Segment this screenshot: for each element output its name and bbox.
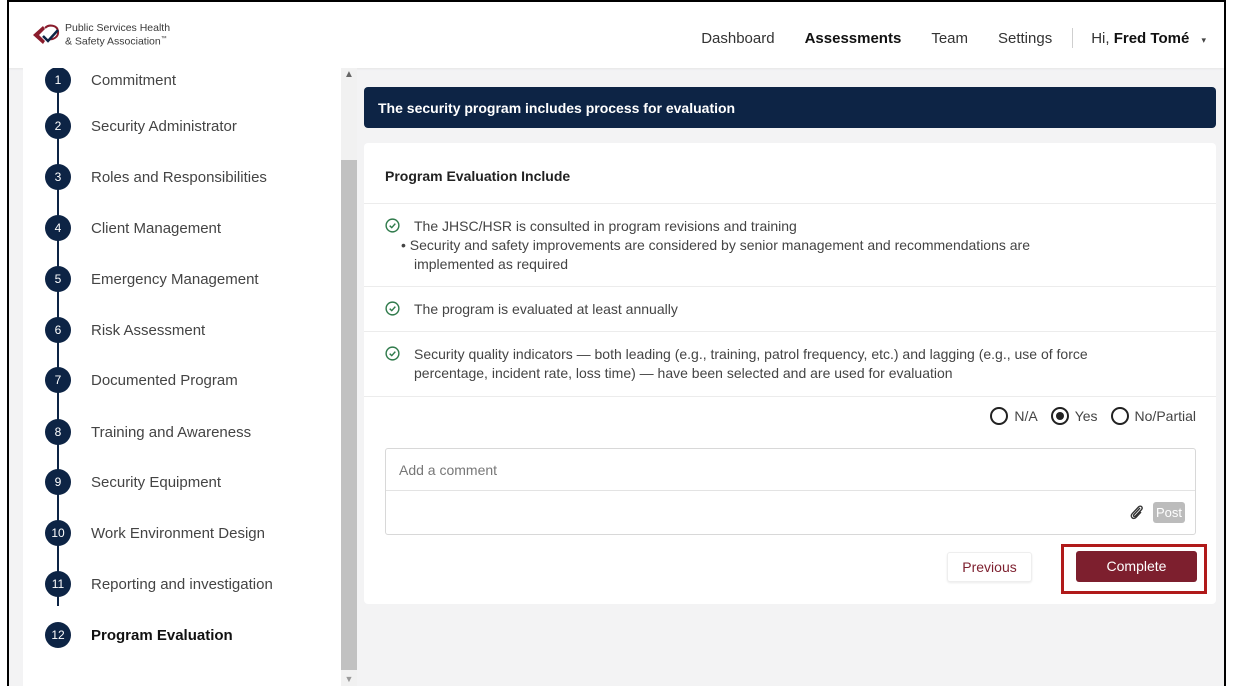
- paperclip-icon[interactable]: [1129, 504, 1145, 526]
- section-header: The security program includes process fo…: [364, 87, 1216, 128]
- step-item-current[interactable]: 12 Program Evaluation: [23, 615, 343, 655]
- step-number: 7: [45, 367, 71, 393]
- previous-button[interactable]: Previous: [947, 552, 1032, 582]
- radio-circle-icon: [990, 407, 1009, 425]
- question-card: Program Evaluation Include The JHSC/HSR …: [364, 143, 1216, 604]
- step-item[interactable]: 6 Risk Assessment: [23, 310, 343, 350]
- radio-yes[interactable]: Yes: [1050, 407, 1098, 425]
- check-circle-icon: [385, 346, 400, 361]
- step-number: 10: [45, 520, 71, 546]
- step-number: 2: [45, 113, 71, 139]
- criteria-bullet: • Security and safety improvements are c…: [401, 237, 1031, 253]
- main-nav: Dashboard Assessments Team Settings Hi, …: [671, 28, 1206, 48]
- radio-circle-icon: [1110, 407, 1129, 425]
- step-item[interactable]: 5 Emergency Management: [23, 259, 343, 299]
- radio-label: No/Partial: [1134, 408, 1196, 424]
- criteria-text: Security quality indicators — both leadi…: [414, 346, 1088, 362]
- step-number: 3: [45, 164, 71, 190]
- divider: [364, 286, 1216, 287]
- step-label: Client Management: [91, 219, 222, 237]
- step-number: 11: [45, 571, 71, 597]
- user-name: Fred Tomé: [1113, 29, 1190, 47]
- step-label: Work Environment Design: [91, 524, 265, 542]
- step-label: Risk Assessment: [91, 321, 206, 339]
- nav-team[interactable]: Team: [931, 30, 968, 47]
- criteria-bullet-cont: implemented as required: [414, 256, 569, 272]
- psha-logo-icon: [33, 24, 60, 44]
- step-number: 1: [45, 68, 71, 93]
- app-window: Public Services Health & Safety Associat…: [7, 0, 1226, 686]
- step-label: Security Equipment: [91, 473, 222, 491]
- step-item[interactable]: 7 Documented Program: [23, 360, 343, 400]
- scroll-up-arrow-icon[interactable]: ▲: [341, 68, 357, 82]
- nav-dashboard[interactable]: Dashboard: [701, 30, 774, 47]
- radio-label: Yes: [1074, 408, 1098, 424]
- complete-button-highlight: [1061, 544, 1207, 594]
- step-item[interactable]: 10 Work Environment Design: [23, 513, 343, 553]
- step-label: Reporting and investigation: [91, 575, 273, 593]
- criteria-text: The program is evaluated at least annual…: [414, 301, 678, 317]
- step-number: 5: [45, 266, 71, 292]
- paperclip-svg: [1130, 505, 1143, 520]
- step-number: 12: [45, 622, 71, 648]
- check-circle-icon: [385, 301, 400, 316]
- nav-divider: [1072, 28, 1074, 48]
- user-greeting: Hi,: [1091, 29, 1110, 47]
- divider: [364, 396, 1216, 397]
- user-menu[interactable]: Hi, Fred Tomé ▾: [1091, 30, 1206, 47]
- step-label: Roles and Responsibilities: [91, 168, 267, 186]
- divider: [364, 203, 1216, 204]
- comment-divider: [386, 490, 1195, 491]
- chevron-down-icon: ▾: [1201, 34, 1206, 45]
- logo-trademark: ™: [160, 35, 167, 42]
- comment-box[interactable]: Add a comment Post: [385, 448, 1196, 535]
- scroll-down-arrow-icon[interactable]: ▼: [341, 672, 357, 686]
- card-title: Program Evaluation Include: [385, 168, 571, 184]
- step-label: Emergency Management: [91, 270, 259, 288]
- step-item[interactable]: 2 Security Administrator: [23, 106, 343, 146]
- comment-input[interactable]: Add a comment: [399, 462, 497, 478]
- step-item[interactable]: 3 Roles and Responsibilities: [23, 157, 343, 197]
- radio-no-partial[interactable]: No/Partial: [1110, 407, 1196, 425]
- check-circle-icon: [385, 218, 400, 233]
- step-label: Security Administrator: [91, 117, 237, 135]
- step-item[interactable]: 4 Client Management: [23, 208, 343, 248]
- step-label: Commitment: [91, 71, 177, 89]
- top-navbar: Public Services Health & Safety Associat…: [9, 0, 1224, 68]
- step-item[interactable]: 1 Commitment: [23, 68, 343, 100]
- sidebar-scrollbar-thumb[interactable]: [341, 160, 357, 670]
- step-item[interactable]: 9 Security Equipment: [23, 462, 343, 502]
- steps-sidebar: 1 Commitment 2 Security Administrator 3 …: [23, 68, 357, 686]
- radio-na[interactable]: N/A: [990, 407, 1038, 425]
- step-number: 4: [45, 215, 71, 241]
- step-label: Training and Awareness: [91, 423, 252, 441]
- step-number: 6: [45, 317, 71, 343]
- nav-assessments[interactable]: Assessments: [805, 30, 902, 47]
- answer-radio-group: N/A Yes No/Partial: [977, 407, 1196, 425]
- divider: [364, 331, 1216, 332]
- step-item[interactable]: 8 Training and Awareness: [23, 412, 343, 452]
- step-item[interactable]: 11 Reporting and investigation: [23, 564, 343, 604]
- logo-text: Public Services Health & Safety Associat…: [65, 21, 171, 48]
- psha-logo[interactable]: Public Services Health & Safety Associat…: [31, 22, 170, 48]
- nav-settings[interactable]: Settings: [998, 30, 1052, 47]
- radio-selected-icon: [1050, 407, 1069, 425]
- post-button[interactable]: Post: [1153, 502, 1185, 523]
- step-label: Documented Program: [91, 371, 238, 389]
- step-number: 9: [45, 469, 71, 495]
- step-number: 8: [45, 419, 71, 445]
- radio-label: N/A: [1014, 408, 1038, 424]
- logo-line-2: & Safety Association: [65, 35, 161, 48]
- criteria-text-cont: percentage, incident rate, loss time) — …: [414, 365, 953, 381]
- criteria-text: The JHSC/HSR is consulted in program rev…: [414, 218, 797, 234]
- logo-line-1: Public Services Health: [65, 21, 171, 34]
- step-label: Program Evaluation: [91, 626, 233, 644]
